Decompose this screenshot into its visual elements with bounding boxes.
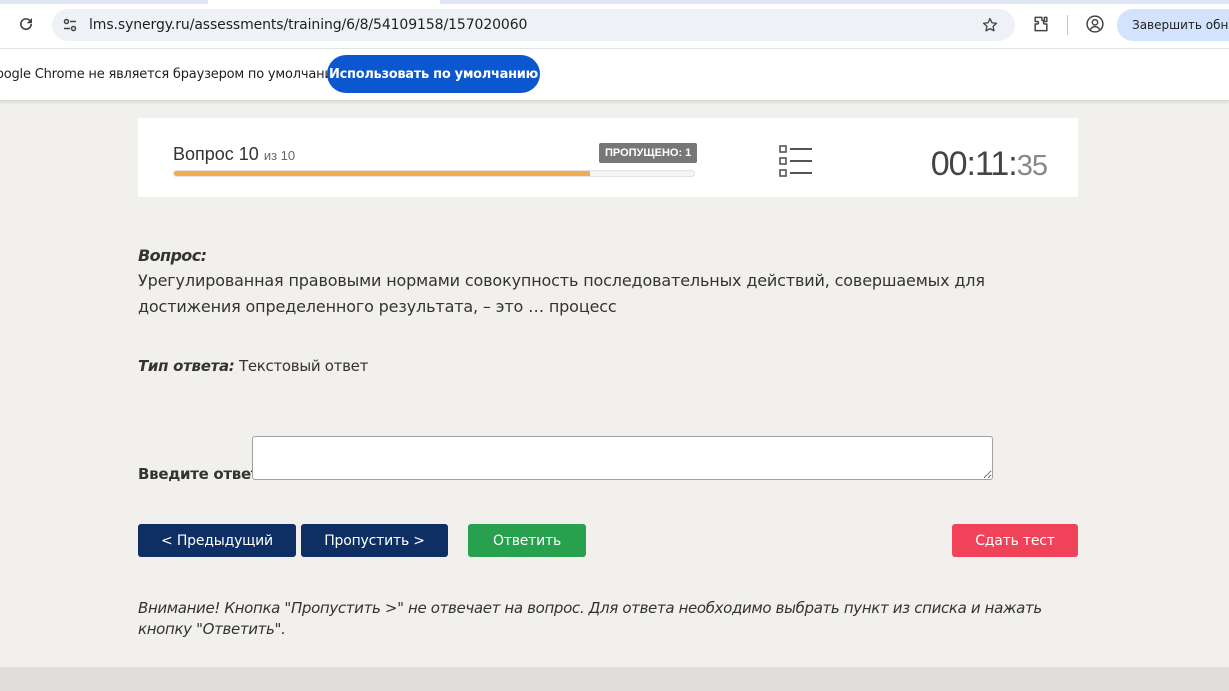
site-settings-icon[interactable] [60,15,80,35]
address-bar[interactable]: lms.synergy.ru/assessments/training/6/8/… [52,9,1015,41]
extensions-icon[interactable] [1030,13,1052,35]
default-browser-infobar: oogle Chrome не является браузером по ум… [0,49,1229,101]
answer-type-label: Тип ответа: [138,357,235,375]
question-text: Урегулированная правовыми нормами совоку… [138,271,985,316]
tab-strip-hint [0,0,208,4]
test-header-panel: Вопрос 10 из 10 ПРОПУЩЕНО: 1 00:11:35 [138,118,1078,197]
question-number: Вопрос 10 [173,144,259,164]
progress-bar [173,170,695,177]
timer-seconds: 35 [1016,150,1048,182]
countdown-timer: 00:11:35 [930,145,1048,184]
skip-button[interactable]: Пропустить > [301,524,448,557]
answer-button[interactable]: Ответить [468,524,586,557]
reload-icon[interactable] [14,12,38,36]
finish-update-button[interactable]: Завершить обновление [1117,9,1229,41]
infobar-message: oogle Chrome не является браузером по ум… [0,67,348,82]
answer-input[interactable] [252,436,993,480]
skipped-badge: ПРОПУЩЕНО: 1 [599,143,698,163]
question-total: из 10 [263,148,296,163]
set-default-browser-button[interactable]: Использовать по умолчанию [327,55,540,93]
bookmark-star-icon[interactable] [980,15,1000,35]
answer-type: Тип ответа: Текстовый ответ [138,357,368,375]
url-text[interactable]: lms.synergy.ru/assessments/training/6/8/… [89,17,527,33]
question-label: Вопрос: [138,246,207,265]
page-footer [0,667,1229,691]
submit-test-button[interactable]: Сдать тест [952,524,1078,557]
question-counter: Вопрос 10 из 10 [173,144,295,165]
question-list-icon[interactable] [779,145,813,177]
browser-toolbar: lms.synergy.ru/assessments/training/6/8/… [0,0,1229,49]
tab-strip-hint [440,0,1229,4]
skip-warning-note: Внимание! Кнопка "Пропустить >" не отвеч… [138,599,1042,638]
page: lms.synergy.ru/assessments/training/6/8/… [0,0,1229,691]
progress-fill [174,171,590,176]
toolbar-separator [1067,15,1068,35]
profile-icon[interactable] [1084,13,1106,35]
previous-button[interactable]: < Предыдущий [138,524,296,557]
answer-type-value: Текстовый ответ [238,357,369,375]
timer-main: 00:11: [930,145,1018,183]
answer-prompt: Введите ответ: [138,465,265,483]
